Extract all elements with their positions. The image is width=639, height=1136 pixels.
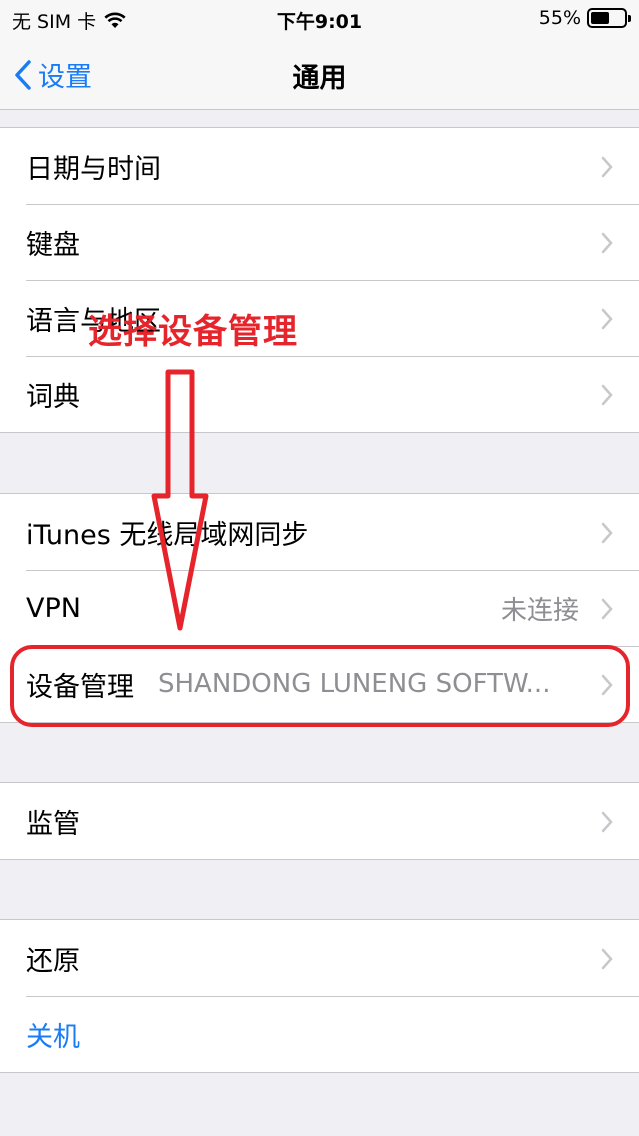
row-supervision[interactable]: 监管 — [0, 783, 639, 859]
chevron-right-icon — [601, 522, 613, 544]
chevron-right-icon — [601, 232, 613, 254]
settings-group-1: 日期与时间 键盘 语言与地区 词典 — [0, 127, 639, 433]
chevron-right-icon — [601, 811, 613, 833]
row-dictionary[interactable]: 词典 — [0, 356, 639, 432]
annotation-text: 选择设备管理 — [88, 312, 298, 352]
highlight-box — [10, 645, 630, 727]
row-vpn[interactable]: VPN 未连接 — [0, 570, 639, 646]
battery-icon — [587, 8, 631, 28]
row-label: 词典 — [26, 381, 80, 413]
row-label: VPN — [26, 592, 81, 624]
row-date-time[interactable]: 日期与时间 — [0, 128, 639, 204]
row-label: 键盘 — [26, 229, 80, 261]
chevron-right-icon — [601, 948, 613, 970]
arrow-down-icon — [151, 369, 209, 631]
vpn-status: 未连接 — [500, 595, 579, 626]
row-itunes-wifi-sync[interactable]: iTunes 无线局域网同步 — [0, 494, 639, 570]
page-title: 通用 — [292, 63, 347, 94]
row-label: 监管 — [26, 808, 80, 840]
battery-percent: 55% — [538, 7, 581, 29]
navigation-bar: 设置 通用 — [0, 38, 639, 110]
chevron-right-icon — [601, 384, 613, 406]
chevron-right-icon — [601, 156, 613, 178]
row-keyboard[interactable]: 键盘 — [0, 204, 639, 280]
row-label: 日期与时间 — [26, 153, 161, 185]
chevron-right-icon — [601, 308, 613, 330]
row-reset[interactable]: 还原 — [0, 920, 639, 996]
status-right: 55% — [538, 7, 631, 29]
row-label: 还原 — [26, 945, 80, 977]
shutdown-label: 关机 — [26, 1021, 80, 1053]
settings-group-3: 监管 — [0, 782, 639, 860]
row-shutdown[interactable]: 关机 — [0, 996, 639, 1072]
settings-group-4: 还原 关机 — [0, 919, 639, 1073]
chevron-right-icon — [601, 598, 613, 620]
status-bar: 无 SIM 卡 下午9:01 55% — [0, 0, 639, 38]
